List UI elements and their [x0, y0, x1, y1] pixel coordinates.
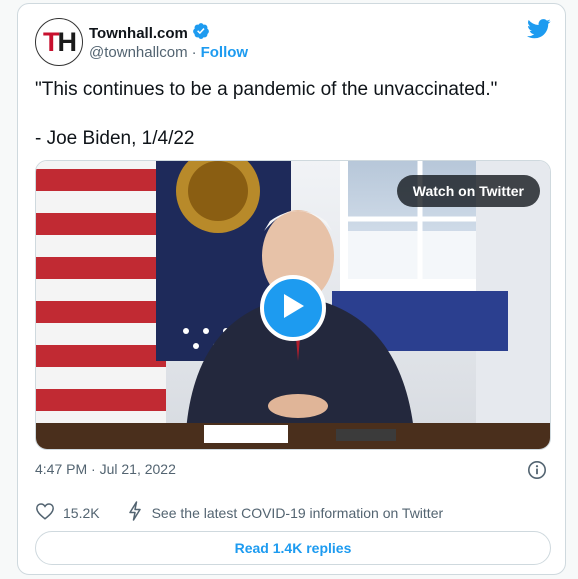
tweet-quote: "This continues to be a pandemic of the …: [35, 79, 498, 100]
like-button[interactable]: 15.2K: [35, 502, 100, 523]
play-icon: [280, 292, 306, 325]
avatar[interactable]: TH: [35, 18, 83, 66]
tweet-attribution: - Joe Biden, 1/4/22: [35, 128, 195, 149]
lightning-icon: [128, 501, 142, 524]
twitter-bird-icon[interactable]: [527, 18, 551, 45]
author-name[interactable]: Townhall.com: [89, 25, 188, 42]
info-icon[interactable]: [527, 460, 547, 485]
author-name-row: Townhall.com: [89, 22, 210, 45]
heart-icon: [35, 502, 55, 523]
tweet-card[interactable]: TH Townhall.com @townhallcom · Follow "T…: [17, 3, 566, 575]
tweet-text: "This continues to be a pandemic of the …: [35, 78, 555, 151]
follow-button[interactable]: Follow: [201, 44, 249, 61]
video-player[interactable]: Watch on Twitter: [35, 160, 551, 450]
covid-info-link[interactable]: See the latest COVID-19 information on T…: [128, 501, 444, 524]
covid-info-text: See the latest COVID-19 information on T…: [151, 504, 444, 521]
author-handle-row: @townhallcom · Follow: [89, 44, 248, 61]
separator-dot: ·: [191, 44, 197, 61]
author-handle[interactable]: @townhallcom: [89, 44, 188, 61]
play-button[interactable]: [260, 275, 326, 341]
avatar-logo: TH: [43, 26, 77, 57]
read-replies-button[interactable]: Read 1.4K replies: [35, 531, 551, 565]
tweet-timestamp[interactable]: 4:47 PM · Jul 21, 2022: [35, 461, 176, 477]
like-count: 15.2K: [63, 504, 100, 521]
watch-on-twitter-button[interactable]: Watch on Twitter: [396, 175, 540, 207]
tweet-actions: 15.2K See the latest COVID-19 informatio…: [35, 501, 443, 524]
verified-badge-icon: [192, 22, 210, 45]
